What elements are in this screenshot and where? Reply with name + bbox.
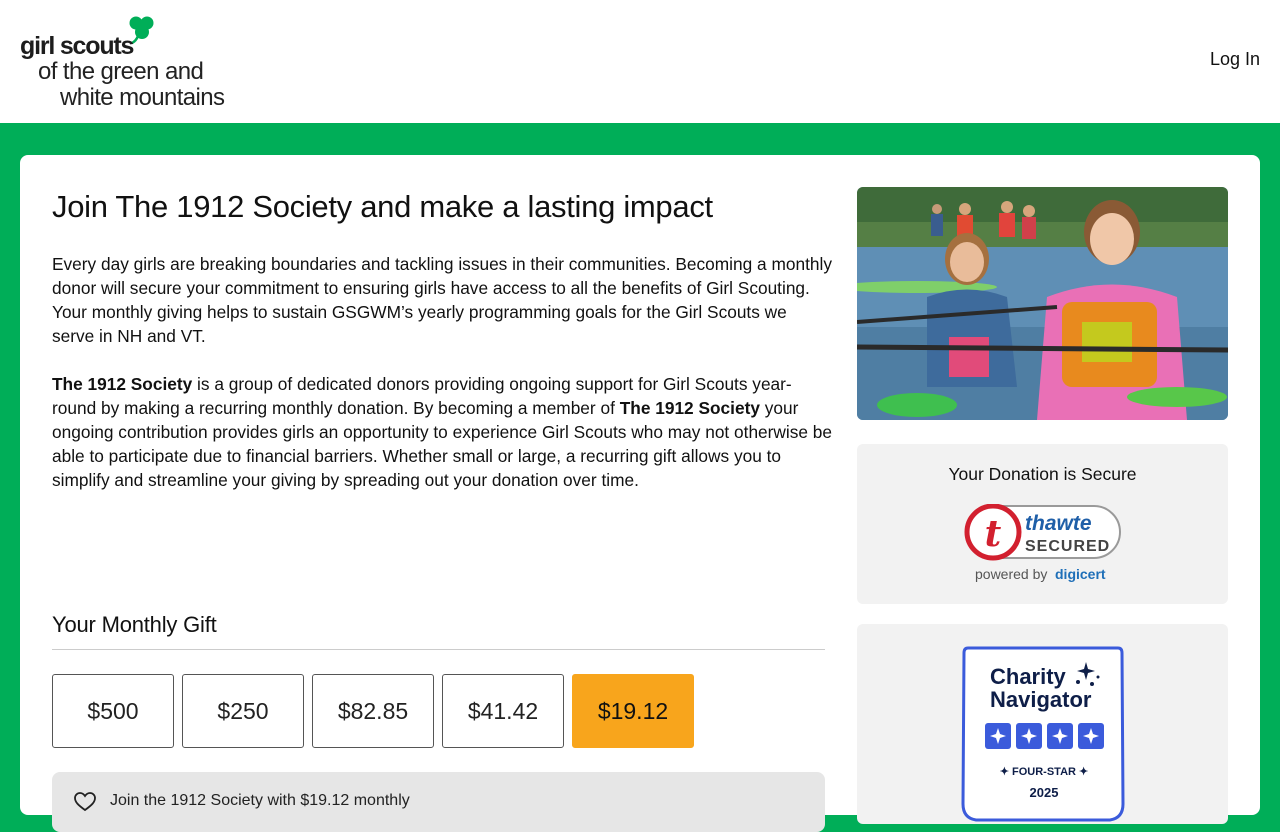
amount-option-82-85[interactable]: $82.85 <box>312 674 434 748</box>
site-header: girl scouts of the green and white mount… <box>0 0 1280 123</box>
amount-option-250[interactable]: $250 <box>182 674 304 748</box>
girl-scouts-logo[interactable]: girl scouts of the green and white mount… <box>18 14 258 114</box>
login-link[interactable]: Log In <box>1210 49 1260 70</box>
society-paragraph: The 1912 Society is a group of dedicated… <box>52 372 832 492</box>
intro-paragraph: Every day girls are breaking boundaries … <box>52 254 832 346</box>
charity-navigator-panel: Charity Navigator ✦ FOUR-STAR ✦ 2025 <box>857 624 1228 824</box>
secure-donation-panel: Your Donation is Secure t thawte SECURED… <box>857 444 1228 604</box>
heart-icon <box>74 792 96 812</box>
amount-option-500[interactable]: $500 <box>52 674 174 748</box>
thawte-secured-seal[interactable]: t thawte SECURED powered by digicert <box>963 504 1123 584</box>
svg-text:t: t <box>985 513 1002 555</box>
recurring-text: Join the 1912 Society with $19.12 monthl… <box>110 792 410 809</box>
svg-text:✦ FOUR-STAR ✦: ✦ FOUR-STAR ✦ <box>1000 766 1089 778</box>
amount-option-19-12[interactable]: $19.12 <box>572 674 694 748</box>
svg-text:digicert: digicert <box>1055 566 1106 582</box>
main-content: Join The 1912 Society and make a lasting… <box>52 185 832 492</box>
donation-card: Join The 1912 Society and make a lasting… <box>20 155 1260 832</box>
society-name: The 1912 Society <box>52 374 193 394</box>
charity-navigator-badge[interactable]: Charity Navigator ✦ FOUR-STAR ✦ 2025 <box>960 644 1126 824</box>
svg-text:SECURED: SECURED <box>1025 538 1110 555</box>
svg-text:2025: 2025 <box>1030 785 1059 800</box>
recurring-summary: Join the 1912 Society with $19.12 monthl… <box>52 772 825 832</box>
logo-text-line1: girl scouts <box>20 32 134 60</box>
amount-option-41-42[interactable]: $41.42 <box>442 674 564 748</box>
svg-text:thawte: thawte <box>1025 512 1092 535</box>
svg-text:Charity: Charity <box>990 664 1067 689</box>
logo-text-line3: white mountains <box>60 84 225 111</box>
girl-scouts-kayaking-photo <box>857 187 1228 420</box>
secure-title: Your Donation is Secure <box>948 464 1137 484</box>
society-name-2: The 1912 Society <box>619 398 760 418</box>
gift-amount-options: $500 $250 $82.85 $41.42 $19.12 <box>52 674 694 748</box>
svg-text:powered by: powered by <box>975 566 1047 582</box>
divider <box>52 649 825 650</box>
logo-text-line2: of the green and <box>38 58 204 85</box>
svg-text:Navigator: Navigator <box>990 687 1092 712</box>
monthly-gift-title: Your Monthly Gift <box>52 612 217 637</box>
photo-image <box>857 187 1228 420</box>
page-title: Join The 1912 Society and make a lasting… <box>52 189 713 224</box>
